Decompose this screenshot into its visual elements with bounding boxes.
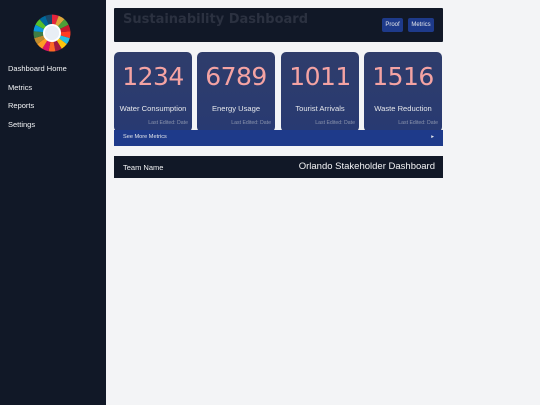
sidebar-item-metrics[interactable]: Metrics (8, 83, 32, 92)
team-name: Team Name (123, 163, 164, 172)
stakeholder-footer: Team Name Orlando Stakeholder Dashboard (114, 156, 443, 178)
dashboard-header: Sustainability Dashboard Proof Metrics (114, 8, 443, 42)
page-title: Sustainability Dashboard (123, 12, 308, 27)
metric-card-water-consumption[interactable]: 1234 Water Consumption Last Edited: Date (114, 52, 192, 132)
footer-title: Orlando Stakeholder Dashboard (298, 161, 435, 172)
last-edited-text: Last Edited: Date (148, 120, 188, 126)
metric-card-tourist-arrivals[interactable]: 1011 Tourist Arrivals Last Edited: Date (281, 52, 359, 132)
metrics-button[interactable]: Metrics (408, 18, 434, 32)
metric-card-energy-usage[interactable]: 6789 Energy Usage Last Edited: Date (197, 52, 275, 132)
sidebar-item-settings[interactable]: Settings (8, 120, 35, 129)
see-more-metrics-bar[interactable]: See More Metrics ▸ (114, 130, 443, 146)
proof-button[interactable]: Proof (382, 18, 403, 32)
metric-label: Waste Reduction (374, 104, 432, 113)
last-edited-text: Last Edited: Date (231, 120, 271, 126)
sidebar: Dashboard Home Metrics Reports Settings (0, 0, 106, 405)
metric-value: 6789 (205, 62, 267, 91)
metric-label: Tourist Arrivals (295, 104, 345, 113)
last-edited-text: Last Edited: Date (398, 120, 438, 126)
sidebar-item-dashboard-home[interactable]: Dashboard Home (8, 64, 67, 73)
metric-value: 1011 (289, 62, 351, 91)
sidebar-item-reports[interactable]: Reports (8, 101, 34, 110)
metric-label: Energy Usage (211, 104, 261, 113)
last-edited-text: Last Edited: Date (315, 120, 355, 126)
metric-label: Water Consumption (119, 104, 187, 113)
chevron-right-icon: ▸ (431, 134, 434, 140)
see-more-metrics-label: See More Metrics (123, 134, 167, 140)
sdg-color-wheel-icon (33, 14, 71, 52)
metric-value: 1234 (122, 62, 184, 91)
metric-card-waste-reduction[interactable]: 1516 Waste Reduction Last Edited: Date (364, 52, 442, 132)
metric-value: 1516 (372, 62, 434, 91)
